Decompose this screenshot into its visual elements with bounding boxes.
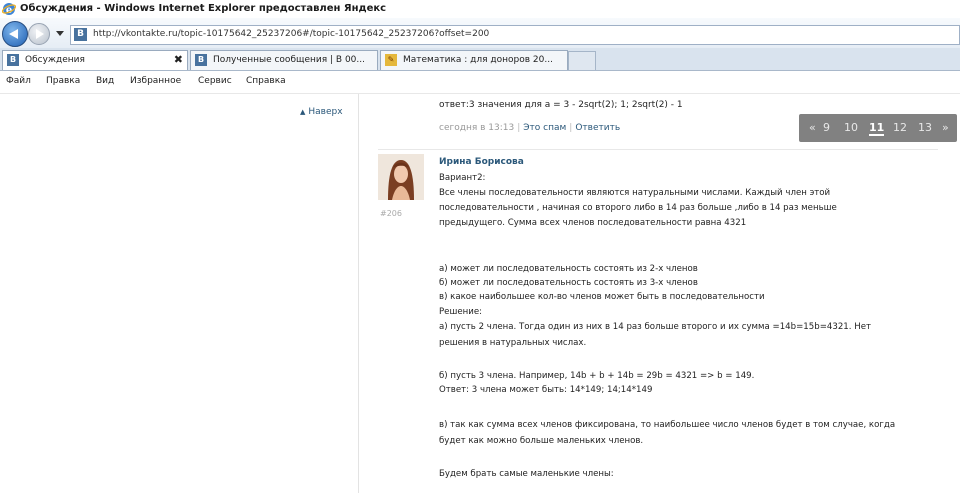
post-line: последовательности , начиная со второго … <box>439 203 837 213</box>
menu-file[interactable]: Файл <box>6 76 31 86</box>
up-arrow-icon: ▲ <box>300 108 306 116</box>
ie-logo-icon: e <box>2 3 16 16</box>
post-number[interactable]: #206 <box>380 209 402 218</box>
tab-label: Обсуждения <box>25 55 85 65</box>
post-line: Вариант2: <box>439 173 486 183</box>
back-button[interactable] <box>2 21 28 47</box>
close-tab-icon[interactable]: ✖ <box>174 53 183 66</box>
vk-favicon-icon: В <box>195 54 207 66</box>
page-content: ▲ Наверх ответ:3 значения для a = 3 - 2sq… <box>0 94 960 493</box>
post-line: предыдущего. Сумма всех членов последова… <box>439 218 747 228</box>
window-titlebar: e Обсуждения - Windows Internet Explorer… <box>0 0 960 18</box>
post-line: будет как можно больше маленьких членов. <box>439 436 644 446</box>
menu-edit[interactable]: Правка <box>46 76 80 86</box>
up-link-label: Наверх <box>308 107 343 117</box>
post-time[interactable]: сегодня в 13:13 <box>439 123 514 133</box>
navigation-bar: В http://vkontakte.ru/topic-10175642_252… <box>0 18 960 48</box>
post-line: а) может ли последовательность состоять … <box>439 264 698 274</box>
pager-page-11-current: 11 <box>869 121 885 136</box>
post-line: решения в натуральных числах. <box>439 338 587 348</box>
scroll-up-link[interactable]: ▲ Наверх <box>300 107 343 117</box>
menu-bar: Файл Правка Вид Избранное Сервис Справка <box>0 71 960 94</box>
post-author[interactable]: Ирина Борисова <box>439 157 524 167</box>
tab-bar: В Обсуждения ✖ В Полученные сообщения | … <box>0 48 960 71</box>
post-line: в) какое наибольшее кол-во членов может … <box>439 292 765 302</box>
post-separator <box>378 149 938 150</box>
pager-page-10[interactable]: 10 <box>844 121 858 134</box>
tab-messages[interactable]: В Полученные сообщения | В 00... <box>190 50 378 70</box>
address-url[interactable]: http://vkontakte.ru/topic-10175642_25237… <box>93 29 489 39</box>
post-line: Будем брать самые маленькие члены: <box>439 469 614 479</box>
tab-label: Математика : для доноров 20... <box>403 55 553 65</box>
reply-link[interactable]: Ответить <box>575 123 620 133</box>
menu-tools[interactable]: Сервис <box>198 76 232 86</box>
history-dropdown-icon[interactable] <box>56 31 64 36</box>
user-photo-icon <box>378 154 424 200</box>
window-title: Обсуждения - Windows Internet Explorer п… <box>20 3 387 14</box>
tab-label: Полученные сообщения | В 00... <box>213 55 365 65</box>
post-line: Решение: <box>439 307 483 317</box>
post-line: б) пусть 3 члена. Например, 14b + b + 14… <box>439 371 755 381</box>
vk-favicon-icon: В <box>7 54 19 66</box>
post-line: в) так как сумма всех членов фиксирована… <box>439 420 896 430</box>
menu-favorites[interactable]: Избранное <box>130 76 181 86</box>
post-line: Все члены последовательности являются на… <box>439 188 831 198</box>
pencil-favicon-icon: ✎ <box>385 54 397 66</box>
pager-prev[interactable]: « <box>809 121 816 134</box>
pager-page-9[interactable]: 9 <box>823 121 830 134</box>
pager-page-13[interactable]: 13 <box>918 121 932 134</box>
site-favicon-icon: В <box>74 28 87 41</box>
post-line: а) пусть 2 члена. Тогда один из них в 14… <box>439 322 871 332</box>
post-line: б) может ли последовательность состоять … <box>439 278 698 288</box>
pager-next[interactable]: » <box>942 121 949 134</box>
previous-post-meta: сегодня в 13:13 | Это спам | Ответить <box>439 123 621 133</box>
new-tab-button[interactable] <box>568 51 596 70</box>
forward-button[interactable] <box>28 23 50 45</box>
avatar[interactable] <box>378 154 424 200</box>
report-spam-link[interactable]: Это спам <box>523 123 566 133</box>
pager-page-12[interactable]: 12 <box>893 121 907 134</box>
tab-obsuzhdeniya[interactable]: В Обсуждения ✖ <box>2 50 188 70</box>
menu-help[interactable]: Справка <box>246 76 286 86</box>
column-divider <box>358 94 359 493</box>
tab-mathematics[interactable]: ✎ Математика : для доноров 20... <box>380 50 568 70</box>
previous-post-text: ответ:3 значения для a = 3 - 2sqrt(2); 1… <box>439 100 683 110</box>
address-bar[interactable]: В http://vkontakte.ru/topic-10175642_252… <box>70 25 960 45</box>
menu-view[interactable]: Вид <box>96 76 114 86</box>
pagination: « 9 10 11 12 13 » <box>799 114 957 142</box>
post-line: Ответ: 3 члена может быть: 14*149; 14;14… <box>439 385 653 395</box>
